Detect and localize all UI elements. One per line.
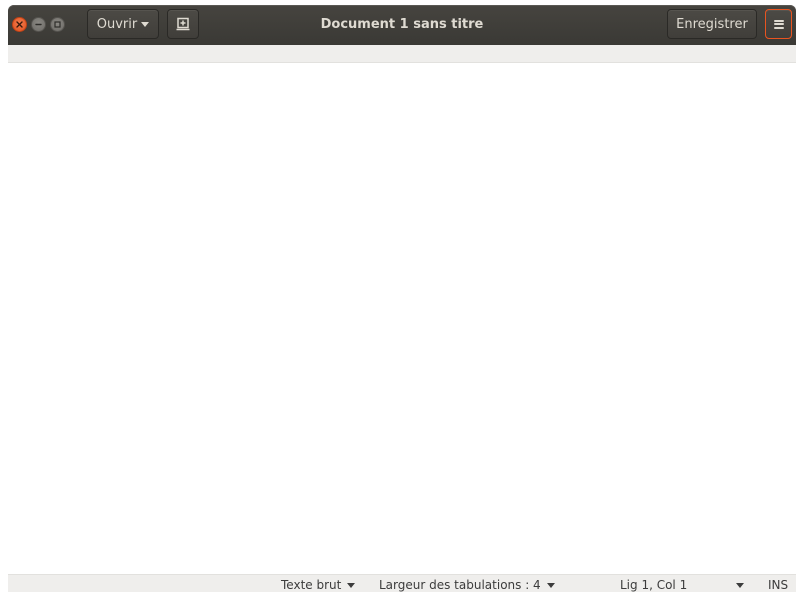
cursor-position-label: Lig 1, Col 1 <box>620 578 688 592</box>
window-controls <box>12 17 65 33</box>
minimize-icon <box>35 23 42 26</box>
language-label: Texte brut <box>281 578 342 592</box>
close-icon <box>16 21 23 28</box>
maximize-icon <box>54 21 61 28</box>
minimize-window-button[interactable] <box>31 17 46 32</box>
document-tab-strip <box>8 45 796 63</box>
close-window-button[interactable] <box>12 17 27 32</box>
tab-width-label: Largeur des tabulations : 4 <box>379 578 541 592</box>
maximize-window-button[interactable] <box>50 17 65 32</box>
gedit-window: Ouvrir Document 1 sans titre Enregistrer… <box>0 0 796 592</box>
chevron-down-icon[interactable] <box>736 583 744 588</box>
save-button[interactable]: Enregistrer <box>667 9 757 39</box>
open-button-label: Ouvrir <box>96 16 138 32</box>
new-document-button[interactable] <box>167 9 199 39</box>
language-selector[interactable]: Texte brut <box>281 577 356 593</box>
save-button-label: Enregistrer <box>676 16 748 32</box>
open-button[interactable]: Ouvrir <box>87 9 159 39</box>
new-document-icon <box>176 17 190 31</box>
text-editor-area[interactable] <box>8 63 796 574</box>
insert-mode-label: INS <box>768 578 789 592</box>
hamburger-menu-icon <box>773 19 784 29</box>
chevron-down-icon <box>347 582 356 588</box>
main-menu-button[interactable] <box>765 9 792 39</box>
chevron-down-icon <box>546 582 555 588</box>
chevron-down-icon <box>141 21 150 27</box>
header-bar: Ouvrir Document 1 sans titre Enregistrer <box>8 5 796 45</box>
tab-width-selector[interactable]: Largeur des tabulations : 4 <box>379 577 555 593</box>
cursor-position[interactable]: Lig 1, Col 1 <box>620 577 687 593</box>
status-bar: Texte brut Largeur des tabulations : 4 L… <box>8 574 796 592</box>
insert-mode-indicator[interactable]: INS <box>768 577 788 593</box>
